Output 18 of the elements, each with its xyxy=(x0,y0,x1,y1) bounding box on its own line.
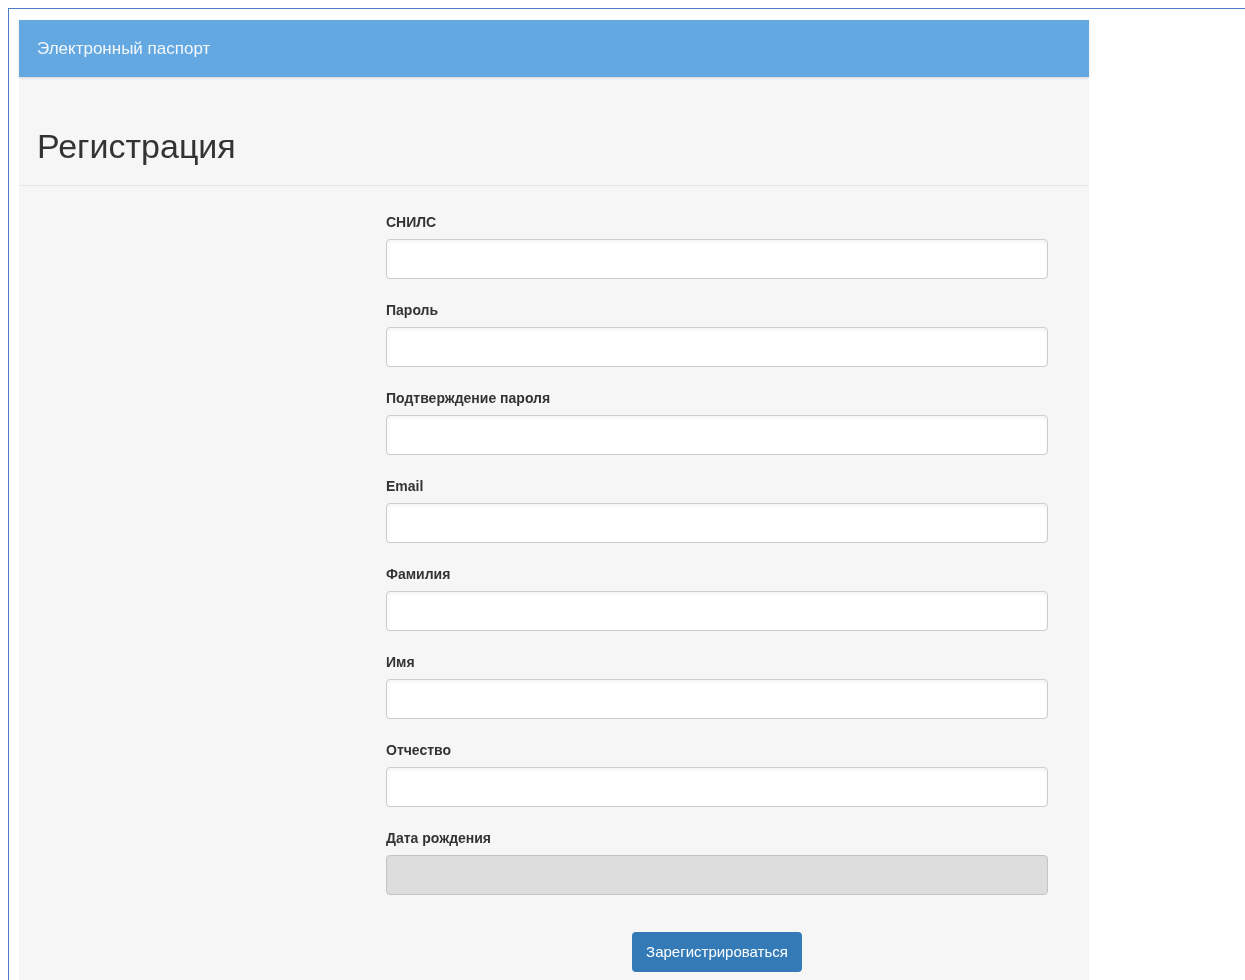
input-field[interactable] xyxy=(386,767,1048,807)
field-label: Отчество xyxy=(386,741,452,759)
field-label: Подтверждение пароля xyxy=(386,389,551,407)
input-field[interactable] xyxy=(386,679,1048,719)
field-label: Имя xyxy=(386,653,415,671)
register-button[interactable]: Зарегистрироваться xyxy=(632,932,802,972)
input-field[interactable] xyxy=(386,591,1048,631)
field-label: Фамилия xyxy=(386,565,451,583)
field-label: СНИЛС xyxy=(386,213,437,231)
field-label: Email xyxy=(386,477,424,495)
input-field[interactable] xyxy=(386,327,1048,367)
input-field[interactable] xyxy=(386,415,1048,455)
input-field[interactable] xyxy=(386,239,1048,279)
page-title: Регистрация xyxy=(37,129,236,163)
field-label: Дата рождения xyxy=(386,829,492,847)
input-field[interactable] xyxy=(386,503,1048,543)
field-label: Пароль xyxy=(386,301,439,319)
brand-title[interactable]: Электронный паспорт xyxy=(37,35,211,62)
